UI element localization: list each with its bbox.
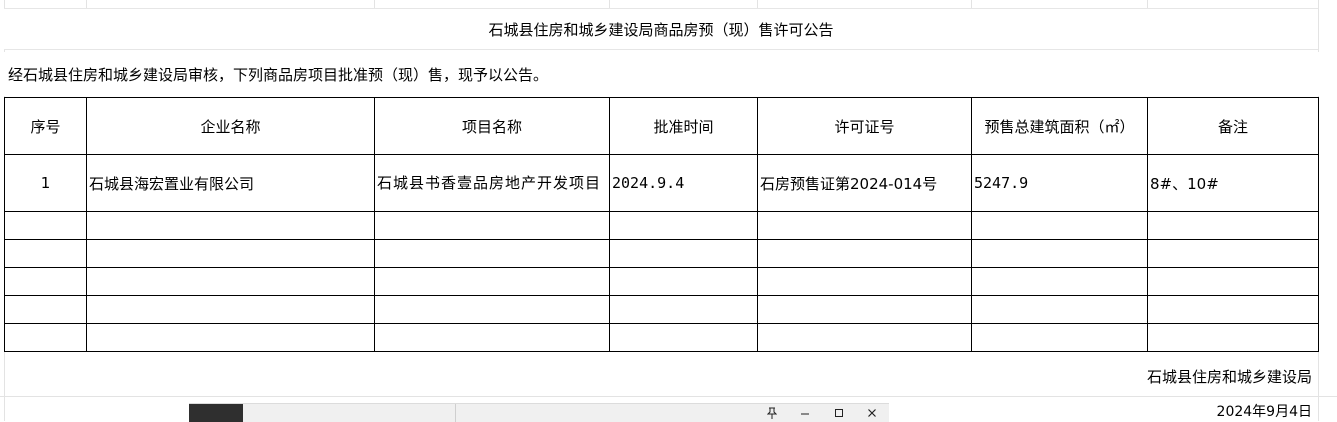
maximize-icon[interactable] [829,404,849,422]
minimize-icon[interactable] [795,404,815,422]
issue-date: 2024年9月4日 [1214,401,1314,421]
header-cell-permit-no: 许可证号 [757,97,972,155]
window-tab[interactable] [189,404,243,422]
header-cell-company: 企业名称 [86,97,375,155]
table-header-row: 序号 企业名称 项目名称 批准时间 许可证号 预售总建筑面积（㎡） 备注 [4,97,1319,155]
header-cell-no: 序号 [4,97,87,155]
empty-table-row [4,267,1319,296]
cell-permit-no: 石房预售证第2024-014号 [757,154,972,212]
cell-area: 5247.9 [971,154,1148,212]
cell-approval-date: 2024.9.4 [609,154,758,212]
header-cell-approval-date: 批准时间 [609,97,758,155]
pin-icon[interactable] [762,404,782,422]
header-cell-remarks: 备注 [1147,97,1319,155]
permit-table: 序号 企业名称 项目名称 批准时间 许可证号 预售总建筑面积（㎡） 备注 1 石… [4,97,1319,352]
empty-table-row [4,239,1319,268]
cell-project: 石城县书香壹品房地产开发项目 [374,154,610,212]
header-cell-project: 项目名称 [374,97,610,155]
cell-remarks: 8#、10# [1147,154,1319,212]
issuer-name: 石城县住房和城乡建设局 [1144,366,1314,387]
empty-table-row [4,323,1319,352]
table-row: 1 石城县海宏置业有限公司 石城县书香壹品房地产开发项目 2024.9.4 石房… [4,154,1319,212]
floating-window-bar [189,403,889,422]
close-icon[interactable] [862,404,882,422]
page-title: 石城县住房和城乡建设局商品房预（现）售许可公告 [4,8,1318,50]
toolbar-divider [455,404,456,422]
empty-table-row [4,295,1319,324]
empty-table-row [4,211,1319,240]
cell-company: 石城县海宏置业有限公司 [86,154,375,212]
intro-text: 经石城县住房和城乡建设局审核，下列商品房项目批准预（现）售，现予以公告。 [4,52,1328,96]
cell-no: 1 [4,154,87,212]
header-cell-area: 预售总建筑面积（㎡） [971,97,1148,155]
